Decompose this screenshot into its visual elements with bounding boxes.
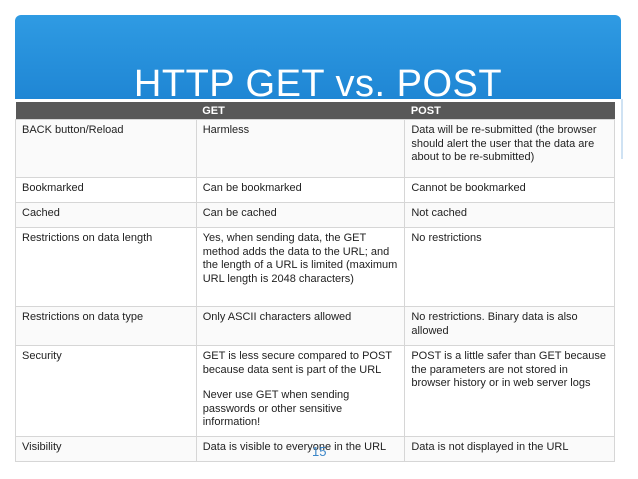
get-cell: Yes, when sending data, the GET method a… [195,227,406,307]
get-cell: Harmless [195,119,406,178]
row-label: Restrictions on data type [15,306,197,346]
slide-title: HTTP GET vs. POST [133,63,503,105]
row-label: BACK button/Reload [15,119,197,178]
slide-header: HTTP GET vs. POST [15,15,621,105]
table-header-row: GET POST [15,102,615,120]
row-label: Restrictions on data length [15,227,197,307]
post-cell: Not cached [404,202,615,228]
row-label: Security [15,345,197,437]
post-cell: POST is a little safer than GET because … [404,345,615,437]
post-cell: Data is not displayed in the URL [404,436,615,462]
get-security-note: Never use GET when sending passwords or … [202,389,350,428]
table-row: BACK button/Reload Harmless Data will be… [15,119,615,178]
table-row: Cached Can be cached Not cached [15,202,615,228]
get-cell: GET is less secure compared to POST beca… [195,345,406,437]
get-security-text: GET is less secure compared to POST beca… [202,350,392,376]
get-cell: Can be bookmarked [195,177,406,203]
get-cell: Only ASCII characters allowed [195,306,406,346]
get-cell: Can be cached [195,202,406,228]
page-number: 15 [312,444,327,459]
get-cell: Data is visible to everyone in the URL [195,436,406,462]
table-row: Restrictions on data type Only ASCII cha… [15,306,615,346]
row-label: Cached [15,202,197,228]
slide-edge-accent [621,99,623,159]
post-cell: No restrictions [404,227,615,307]
table-row: Bookmarked Can be bookmarked Cannot be b… [15,177,615,203]
post-cell: Cannot be bookmarked [404,177,615,203]
row-label: Visibility [15,436,197,462]
post-cell: Data will be re-submitted (the browser s… [404,119,615,178]
header-empty [15,102,197,120]
table-row: Restrictions on data length Yes, when se… [15,227,615,307]
table-row: Security GET is less secure compared to … [15,345,615,437]
header-get: GET [196,102,405,120]
comparison-table: GET POST BACK button/Reload Harmless Dat… [15,102,615,462]
row-label: Bookmarked [15,177,197,203]
post-cell: No restrictions. Binary data is also all… [404,306,615,346]
header-post: POST [404,102,615,120]
